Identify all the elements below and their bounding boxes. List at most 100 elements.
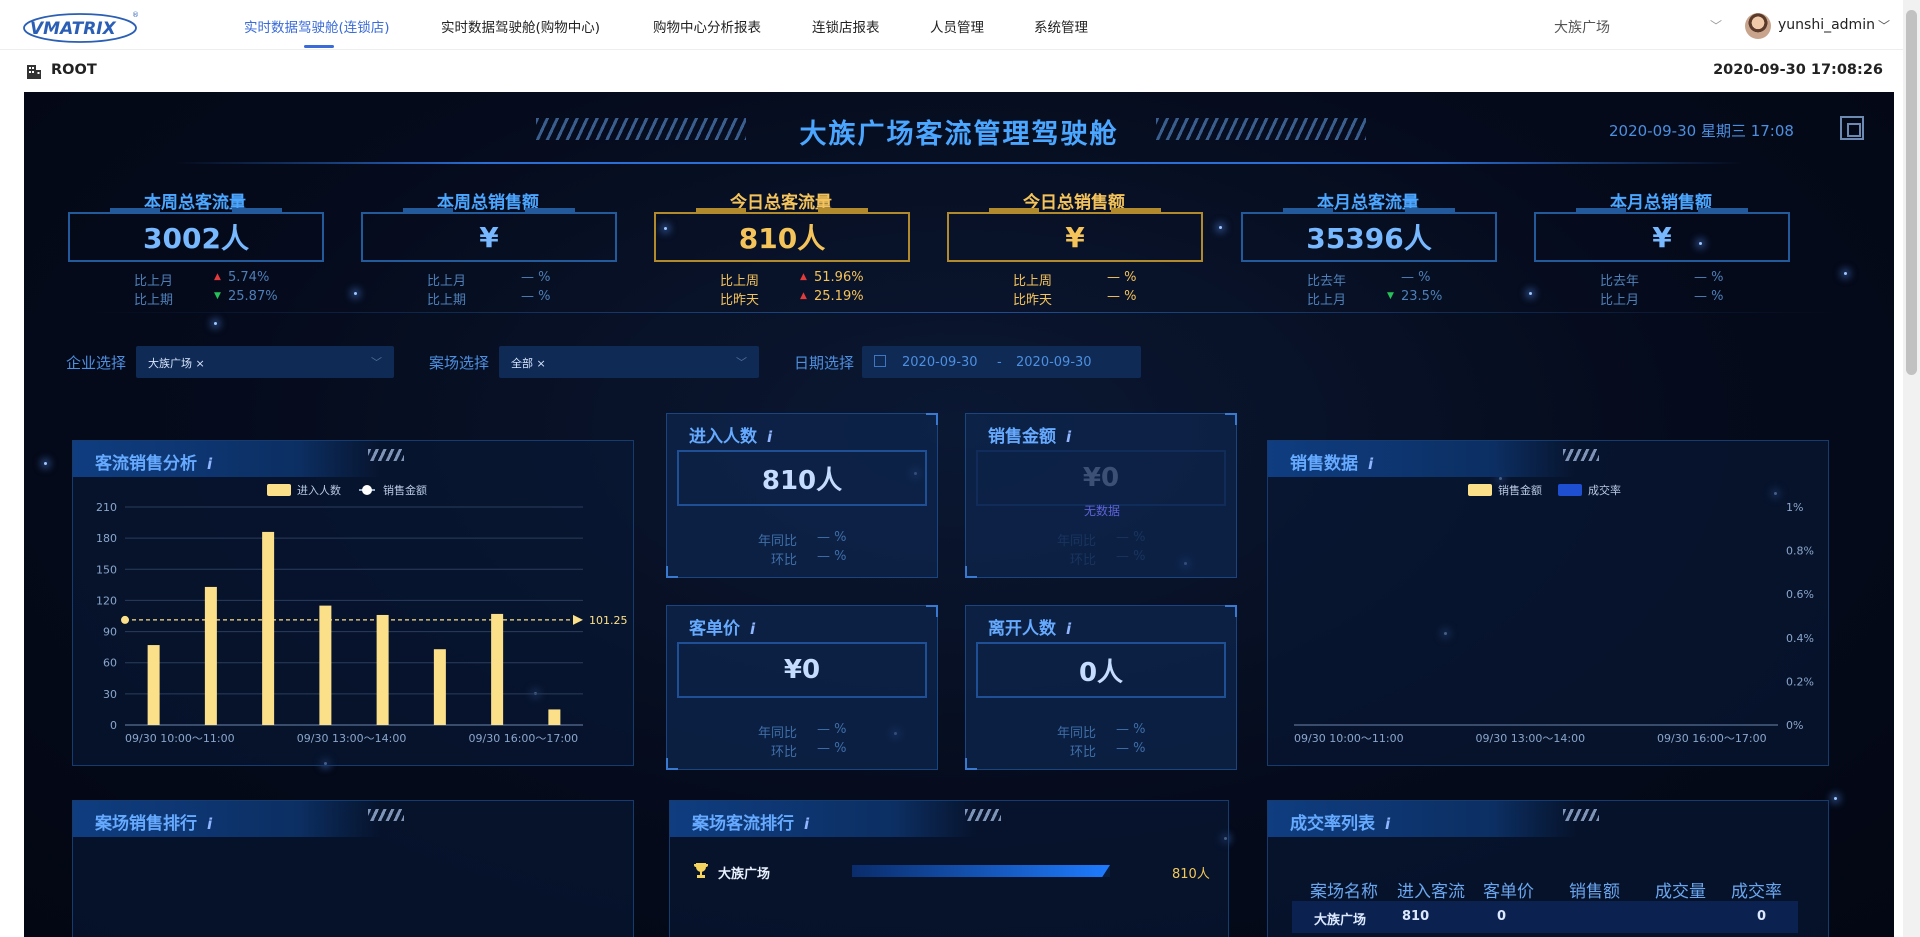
kpi-card: 本周总客流量 3002人 比上月 ▲ 5.74% 比上期 ▼ 25.87%	[64, 188, 326, 308]
table-header: 案场名称 进入客流 客单价 销售额 成交量 成交率	[1298, 877, 1818, 902]
info-icon[interactable]: i	[1385, 815, 1390, 833]
column-header[interactable]: 销售额	[1569, 877, 1620, 902]
column-header[interactable]: 案场名称	[1310, 877, 1378, 902]
enterprise-select[interactable]: 大族广场 × ﹀	[136, 346, 394, 378]
column-header[interactable]: 进入客流	[1397, 877, 1465, 902]
nav-tab-mall-reports[interactable]: 购物中心分析报表	[653, 16, 761, 36]
compare-label: 比昨天	[720, 293, 760, 308]
rank-bar-track	[852, 865, 1110, 877]
bar	[319, 605, 332, 725]
info-icon[interactable]: i	[1066, 620, 1071, 638]
corner-decoration	[666, 566, 678, 578]
top-navigation-bar: VMATRIX ® 实时数据驾驶舱(连锁店) 实时数据驾驶舱(购物中心) 购物中…	[0, 0, 1920, 50]
unit-price-card: 客单价 i ¥0 年同比 — % 环比 — %	[666, 605, 938, 770]
info-icon[interactable]: i	[207, 815, 212, 833]
enterprise-filter-label: 企业选择	[66, 354, 127, 372]
info-icon[interactable]: i	[804, 815, 809, 833]
info-icon[interactable]: i	[207, 455, 212, 473]
compare-value: — %	[1694, 289, 1724, 304]
rank-bar-fill	[852, 865, 1110, 877]
nav-tab-mall-cockpit[interactable]: 实时数据驾驶舱(购物中心)	[441, 16, 600, 36]
nav-tab-system-management[interactable]: 系统管理	[1034, 16, 1088, 36]
kpi-title: 今日总销售额	[1023, 193, 1125, 213]
vmatrix-logo[interactable]: VMATRIX ®	[22, 8, 142, 44]
nav-tab-chain-store-cockpit[interactable]: 实时数据驾驶舱(连锁店)	[244, 16, 390, 36]
kpi-compare-row: 比上月 ▼ 23.5%	[1237, 289, 1499, 308]
active-tab-indicator	[304, 45, 334, 48]
legend-label: 进入人数	[297, 484, 341, 497]
compare-value: — %	[1694, 270, 1724, 285]
store-select[interactable]: 大族广场 ﹀	[1554, 17, 1722, 37]
legend-swatch-entries	[267, 484, 291, 496]
logo-text: VMATRIX	[30, 19, 117, 39]
nav-tab-staff-management[interactable]: 人员管理	[930, 16, 984, 36]
corner-decoration	[926, 605, 938, 617]
sales-data-chart: 销售金额 成交率 0% 0.2% 0.4% 0.6% 0.8% 1% 09/30 10:00～1…	[1294, 483, 1814, 745]
bar	[548, 709, 561, 725]
compare-value: 5.74%	[228, 270, 270, 285]
yoy-label: 年同比	[1056, 534, 1096, 549]
column-header[interactable]: 成交率	[1731, 877, 1782, 902]
nav-tab-chain-reports[interactable]: 连锁店报表	[812, 16, 880, 36]
glow-dot	[1834, 797, 1837, 800]
user-name: yunshi_admin	[1778, 17, 1875, 33]
y-tick-label: 30	[103, 688, 117, 701]
info-icon[interactable]: i	[767, 428, 772, 446]
card-title: 离开人数 i	[988, 614, 1071, 639]
y-right-tick-label: 1%	[1786, 501, 1803, 514]
column-header[interactable]: 成交量	[1655, 877, 1706, 902]
arrow-up-icon: ▲	[214, 272, 221, 282]
info-icon[interactable]: i	[1066, 428, 1071, 446]
kpi-title: 今日总客流量	[730, 193, 832, 213]
venue-sales-rank-panel: 案场销售排行 i	[72, 800, 634, 937]
arrow-up-icon: ▲	[800, 291, 807, 301]
entries-value: 810人	[677, 450, 927, 506]
y-right-tick-label: 0.8%	[1786, 545, 1814, 558]
corner-decoration	[926, 413, 938, 425]
panel-title: 客流销售分析 i	[95, 449, 212, 474]
breadcrumb-root[interactable]: ROOT	[51, 62, 97, 78]
mom-value: — %	[1116, 549, 1146, 564]
avatar[interactable]	[1745, 13, 1771, 39]
y-right-tick-label: 0.6%	[1786, 588, 1814, 601]
unit-price-title: 客单价	[689, 619, 740, 639]
compare-label: 比去年	[1600, 274, 1640, 289]
y-right-tick-label: 0.2%	[1786, 675, 1814, 688]
enterprise-tag[interactable]: 大族广场 ×	[148, 355, 205, 371]
chevron-down-icon: ﹀	[1709, 19, 1722, 33]
fullscreen-icon[interactable]	[1840, 116, 1864, 140]
column-header[interactable]: 客单价	[1483, 877, 1534, 902]
compare-label: 比上期	[427, 293, 467, 308]
legend-label: 成交率	[1588, 483, 1621, 497]
kpi-value: ¥	[361, 208, 617, 262]
mom-label: 环比	[770, 553, 797, 568]
yoy-label: 年同比	[757, 726, 797, 741]
traffic-sales-chart: 进入人数 销售金额 0 30 60 90 120 150 180 210 101.25 09/30 1…	[96, 483, 628, 745]
table-row[interactable]: 大族广场 810 0 0	[1292, 901, 1798, 933]
compare-label: 比昨天	[1013, 293, 1053, 308]
yoy-value: — %	[817, 722, 847, 737]
chevron-down-icon: ﹀	[1878, 19, 1891, 33]
registered-mark: ®	[132, 11, 139, 19]
kpi-value: ¥	[947, 208, 1203, 262]
exits-value: 0人	[976, 642, 1226, 698]
compare-label: 比上周	[1013, 274, 1053, 289]
yoy-value: — %	[1116, 722, 1146, 737]
kpi-card: 本周总销售额 ¥ 比上月 — % 比上期 — %	[357, 188, 619, 308]
page-scrollbar-thumb[interactable]	[1906, 10, 1917, 375]
info-icon[interactable]: i	[750, 620, 755, 638]
compare-value: — %	[521, 270, 551, 285]
card-title: 销售金额 i	[988, 422, 1071, 447]
mom-value: — %	[817, 741, 847, 756]
rank-value: 810人	[1172, 867, 1210, 882]
sales-amount-card: 销售金额 i ¥0 无数据 年同比 — % 环比 — %	[965, 413, 1237, 578]
info-icon[interactable]: i	[1368, 455, 1373, 473]
venue-select[interactable]: 全部 × ﹀	[499, 346, 759, 378]
kpi-card: 本月总客流量 35396人 比去年 — % 比上月 ▼ 23.5%	[1237, 188, 1499, 308]
venue-tag[interactable]: 全部 ×	[511, 355, 546, 371]
compare-value: 51.96%	[814, 270, 864, 285]
date-range-picker[interactable]: 2020-09-30 - 2020-09-30	[862, 346, 1141, 378]
calendar-icon	[874, 355, 886, 367]
arrow-down-icon: ▼	[214, 291, 221, 301]
venue-traffic-rank-panel: 案场客流排行 i 大族广场 810人	[669, 800, 1229, 937]
